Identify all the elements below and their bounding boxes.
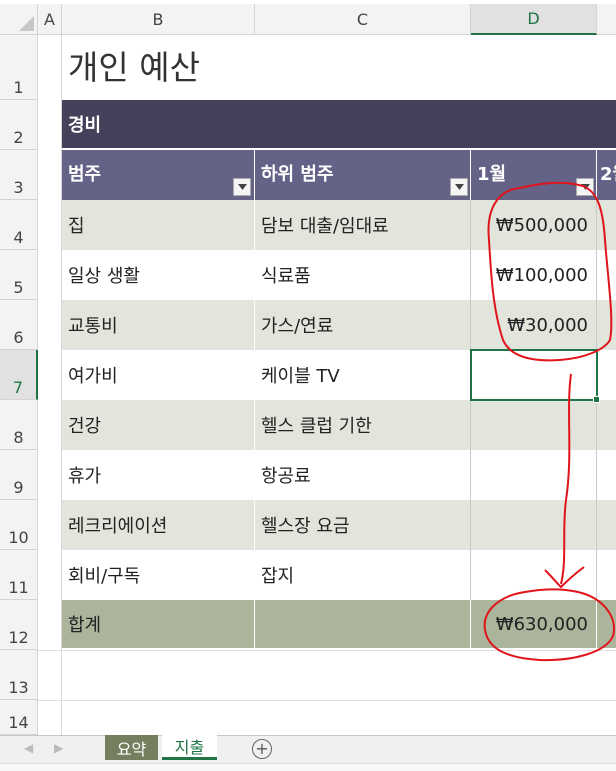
scroll-tabs-left-icon[interactable]: ◀ (24, 741, 33, 755)
annotation-circle-total (483, 588, 615, 662)
annotation-arrow-line (560, 373, 572, 585)
annotation-circle-values (487, 181, 613, 362)
annotation-overlay (483, 181, 615, 662)
scroll-tabs-right-icon[interactable]: ▶ (54, 741, 63, 755)
horizontal-scrollbar[interactable] (0, 763, 616, 771)
sheet-tab-bar (0, 735, 616, 764)
sheet-tab-summary[interactable]: 요약 (105, 735, 158, 760)
sheet-tab-expenses[interactable]: 지출 (162, 735, 217, 760)
add-sheet-icon[interactable]: + (252, 739, 272, 759)
annotation-arrow-head (544, 566, 585, 589)
